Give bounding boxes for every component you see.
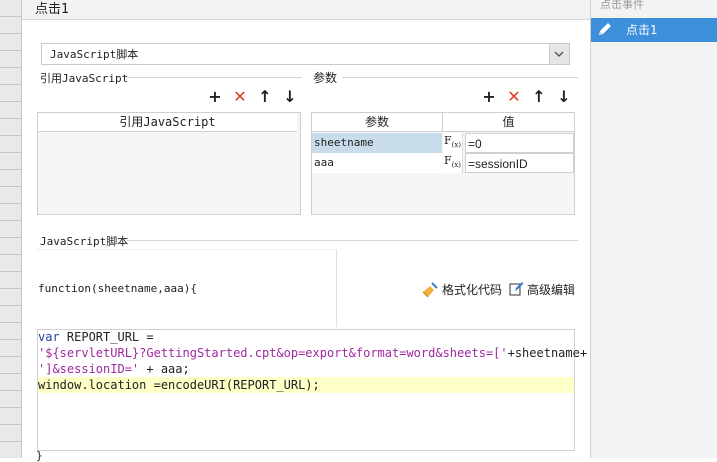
code-keyword: var bbox=[38, 330, 60, 344]
ref-js-column-header: 引用JavaScript bbox=[38, 113, 297, 132]
edit-doc-icon[interactable] bbox=[508, 281, 524, 297]
ref-js-label: 引用JavaScript bbox=[40, 72, 129, 85]
divider bbox=[127, 77, 302, 78]
code-text: +sheetname+ bbox=[507, 346, 588, 360]
divider bbox=[127, 240, 578, 241]
event-item-label: 点击1 bbox=[626, 23, 658, 37]
advanced-edit-button[interactable]: 高级编辑 bbox=[527, 281, 575, 298]
edit-icon[interactable] bbox=[595, 20, 615, 40]
format-code-button[interactable]: 格式化代码 bbox=[442, 281, 502, 298]
code-string: '${servletURL}?GettingStarted.cpt&op=exp… bbox=[38, 346, 508, 360]
param-value-input[interactable]: =sessionID bbox=[465, 153, 574, 173]
code-text: window.location =encodeURI(REPORT_URL); bbox=[38, 378, 320, 392]
code-line: ']&sessionID=' + aaa; bbox=[38, 361, 190, 377]
plus-icon[interactable]: + bbox=[480, 88, 498, 106]
delete-icon[interactable]: ✕ bbox=[231, 88, 249, 106]
params-label: 参数 bbox=[313, 71, 338, 85]
up-arrow-icon[interactable]: ↑ bbox=[530, 88, 548, 106]
event-panel-title: 点击事件 bbox=[600, 0, 644, 11]
script-section-label: JavaScript脚本 bbox=[40, 235, 129, 248]
page-title: 点击1 bbox=[35, 2, 70, 17]
divider bbox=[342, 77, 578, 78]
plus-icon[interactable]: + bbox=[206, 88, 224, 106]
code-text: REPORT_URL = bbox=[59, 330, 154, 344]
param-name-cell[interactable]: sheetname bbox=[312, 133, 442, 153]
param-value-input[interactable]: =0 bbox=[465, 133, 574, 153]
fx-icon[interactable]: F(x) bbox=[443, 133, 463, 153]
script-type-value: JavaScript脚本 bbox=[50, 48, 139, 61]
code-line: window.location =encodeURI(REPORT_URL); bbox=[38, 377, 320, 393]
code-text: + aaa; bbox=[139, 362, 190, 376]
up-arrow-icon[interactable]: ↑ bbox=[256, 88, 274, 106]
params-column-value: 值 bbox=[442, 113, 574, 132]
event-panel bbox=[590, 0, 717, 458]
left-ruler bbox=[0, 0, 22, 458]
chevron-down-icon bbox=[553, 44, 565, 67]
function-closing-brace: } bbox=[36, 449, 43, 462]
fx-icon[interactable]: F(x) bbox=[443, 153, 463, 173]
broom-icon[interactable] bbox=[421, 281, 439, 299]
header-bar bbox=[22, 0, 590, 20]
code-string: ']&sessionID=' bbox=[38, 362, 140, 376]
code-line: var REPORT_URL = bbox=[38, 329, 154, 345]
function-signature: function(sheetname,aaa){ bbox=[38, 282, 197, 295]
delete-icon[interactable]: ✕ bbox=[505, 88, 523, 106]
params-column-name: 参数 bbox=[312, 113, 442, 132]
down-arrow-icon[interactable]: ↓ bbox=[281, 88, 299, 106]
down-arrow-icon[interactable]: ↓ bbox=[555, 88, 573, 106]
param-name-cell[interactable]: aaa bbox=[312, 153, 442, 173]
code-line: '${servletURL}?GettingStarted.cpt&op=exp… bbox=[38, 345, 587, 361]
